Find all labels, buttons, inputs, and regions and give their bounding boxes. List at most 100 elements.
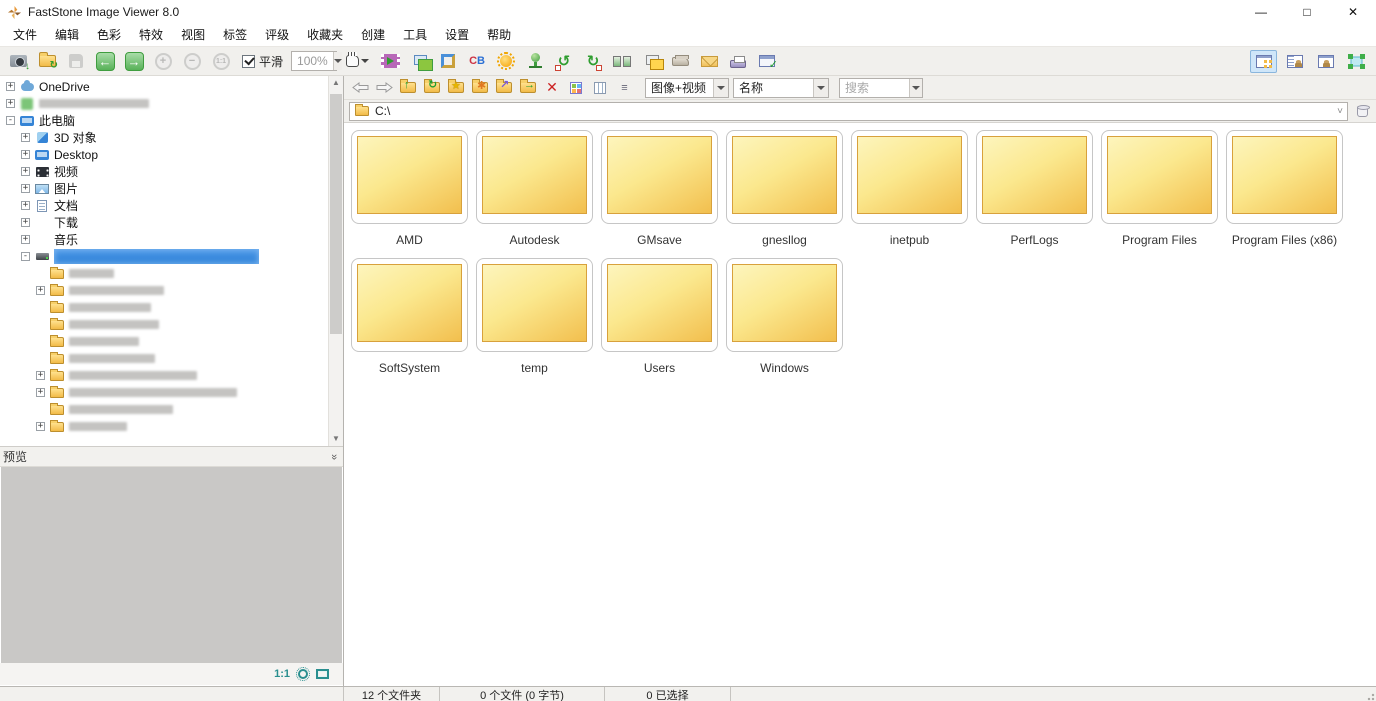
tree-item[interactable]: [0, 333, 328, 350]
tree-item[interactable]: -此电脑: [0, 112, 328, 129]
folder-history-button[interactable]: [1352, 102, 1372, 121]
expand-icon[interactable]: +: [21, 167, 30, 176]
recent-folders-button[interactable]: ✱: [469, 78, 491, 98]
expand-icon[interactable]: +: [36, 422, 45, 431]
menu-item[interactable]: 收藏夹: [298, 24, 352, 46]
folder-thumbnail[interactable]: [976, 130, 1093, 224]
expand-icon[interactable]: +: [6, 82, 15, 91]
folder-thumbnail[interactable]: [476, 258, 593, 352]
scan-button[interactable]: [668, 49, 692, 73]
expand-icon[interactable]: +: [21, 235, 30, 244]
tree-item[interactable]: +图片: [0, 180, 328, 197]
forward-button[interactable]: [373, 78, 395, 98]
folder-thumbnail[interactable]: [351, 258, 468, 352]
tree-scrollbar[interactable]: ▲ ▼: [328, 76, 343, 446]
folder-thumbnail[interactable]: [601, 258, 718, 352]
delete-button[interactable]: ✕: [541, 78, 563, 98]
folder-item[interactable]: Users: [601, 258, 718, 375]
collapse-icon[interactable]: -: [6, 116, 15, 125]
filmstrip-view-button[interactable]: [1281, 50, 1308, 73]
folder-thumbnail[interactable]: [851, 130, 968, 224]
expand-icon[interactable]: +: [21, 184, 30, 193]
tree-item[interactable]: +: [0, 384, 328, 401]
menu-item[interactable]: 设置: [436, 24, 478, 46]
expand-icon[interactable]: +: [36, 371, 45, 380]
rotate-right-button[interactable]: ↻: [581, 49, 605, 73]
actual-size-button[interactable]: 1:1: [209, 49, 233, 73]
tree-item[interactable]: +: [0, 95, 328, 112]
tree-item[interactable]: +: [0, 282, 328, 299]
zoom-out-button[interactable]: −: [180, 49, 204, 73]
tree-item[interactable]: [0, 350, 328, 367]
folder-thumbnail[interactable]: [1101, 130, 1218, 224]
preview-view-button[interactable]: [1312, 50, 1339, 73]
wallpaper-button[interactable]: [639, 49, 663, 73]
search-combo[interactable]: [839, 78, 923, 98]
folder-item[interactable]: AMD: [351, 130, 468, 247]
menu-item[interactable]: 创建: [352, 24, 394, 46]
minimize-button[interactable]: —: [1238, 0, 1284, 24]
tree-item[interactable]: -: [0, 248, 328, 265]
zoom-level-select[interactable]: 100%: [291, 51, 337, 71]
tree-item[interactable]: [0, 299, 328, 316]
folder-thumbnail[interactable]: [726, 130, 843, 224]
scroll-down-icon[interactable]: ▼: [332, 435, 340, 443]
rotate-left-button[interactable]: ↺: [552, 49, 576, 73]
expand-icon[interactable]: +: [36, 388, 45, 397]
menu-item[interactable]: 帮助: [478, 24, 520, 46]
menu-item[interactable]: 视图: [172, 24, 214, 46]
zoom-in-button[interactable]: +: [151, 49, 175, 73]
up-folder-button[interactable]: ↑: [397, 78, 419, 98]
expand-icon[interactable]: +: [36, 286, 45, 295]
actual-size-label[interactable]: 1:1: [274, 668, 290, 680]
tree-item[interactable]: +视频: [0, 163, 328, 180]
filter-dropdown-button[interactable]: [713, 79, 728, 97]
tree-item[interactable]: +: [0, 367, 328, 384]
search-dropdown-button[interactable]: [909, 79, 922, 97]
file-type-filter-select[interactable]: 图像+视频: [645, 78, 729, 98]
open-folder-button[interactable]: ↻: [35, 49, 59, 73]
favorites-button[interactable]: ★: [445, 78, 467, 98]
menu-item[interactable]: 标签: [214, 24, 256, 46]
maximize-button[interactable]: □: [1284, 0, 1330, 24]
folder-item[interactable]: PerfLogs: [976, 130, 1093, 247]
email-button[interactable]: [697, 49, 721, 73]
folder-item[interactable]: GMsave: [601, 130, 718, 247]
folder-thumbnail[interactable]: [476, 130, 593, 224]
back-button[interactable]: [349, 78, 371, 98]
search-input[interactable]: [840, 81, 909, 95]
folder-item[interactable]: inetpub: [851, 130, 968, 247]
folder-thumbnail[interactable]: [1226, 130, 1343, 224]
smooth-checkbox[interactable]: [242, 55, 255, 68]
folder-item[interactable]: gnesllog: [726, 130, 843, 247]
folder-thumbnail[interactable]: [351, 130, 468, 224]
folder-item[interactable]: Program Files: [1101, 130, 1218, 247]
collapse-chevron-icon[interactable]: »: [328, 453, 340, 459]
crop-button[interactable]: [436, 49, 460, 73]
menu-item[interactable]: 文件: [4, 24, 46, 46]
details-layout-button[interactable]: [589, 78, 611, 98]
scrollbar-thumb[interactable]: [330, 94, 342, 334]
batch-convert-button[interactable]: [407, 49, 431, 73]
tree-item[interactable]: [0, 401, 328, 418]
menu-item[interactable]: 工具: [394, 24, 436, 46]
resize-grip[interactable]: [1365, 691, 1375, 701]
address-bar[interactable]: C:\ ˅: [349, 102, 1348, 121]
menu-item[interactable]: 编辑: [46, 24, 88, 46]
screen-capture-button[interactable]: [523, 49, 547, 73]
refresh-button[interactable]: ↻: [421, 78, 443, 98]
folder-item[interactable]: temp: [476, 258, 593, 375]
folder-thumbnail[interactable]: [601, 130, 718, 224]
tree-item[interactable]: +OneDrive: [0, 78, 328, 95]
move-to-folder-button[interactable]: →: [517, 78, 539, 98]
sort-dropdown-button[interactable]: [813, 79, 828, 97]
next-image-button[interactable]: →: [122, 49, 146, 73]
color-adjust-button[interactable]: [494, 49, 518, 73]
tree-item[interactable]: [0, 265, 328, 282]
compare-button[interactable]: [610, 49, 634, 73]
batch-rename-button[interactable]: CB: [465, 49, 489, 73]
tree-item[interactable]: [0, 316, 328, 333]
scroll-up-icon[interactable]: ▲: [332, 79, 340, 87]
expand-icon[interactable]: +: [21, 201, 30, 210]
print-button[interactable]: [726, 49, 750, 73]
